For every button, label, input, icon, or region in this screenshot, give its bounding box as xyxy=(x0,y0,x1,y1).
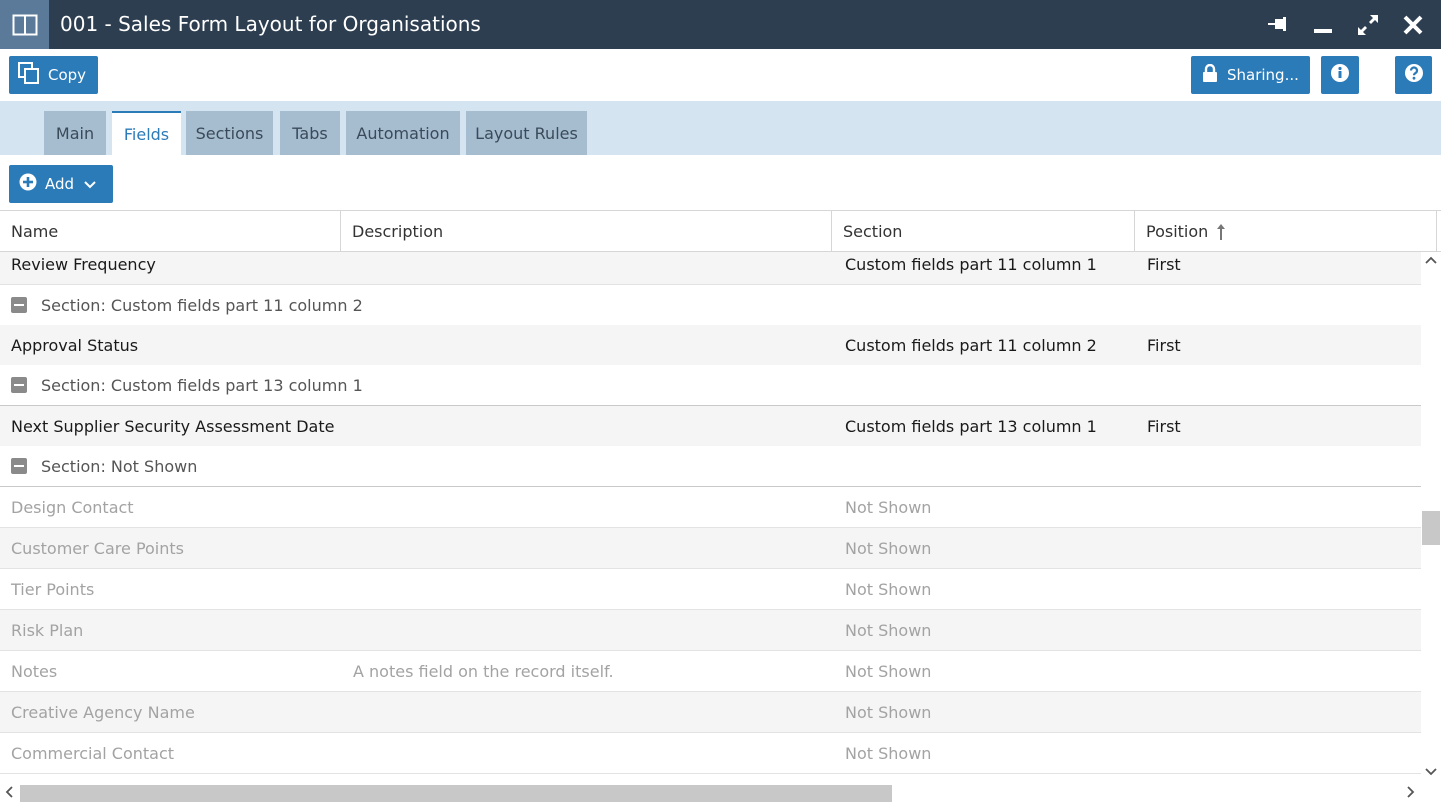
copy-button[interactable]: Copy xyxy=(9,56,98,94)
plus-circle-icon xyxy=(19,173,37,195)
horizontal-scrollbar[interactable] xyxy=(0,784,1441,803)
cell-name: Approval Status xyxy=(11,335,139,355)
table-row[interactable]: Customer Care Points Not Shown xyxy=(0,528,1421,569)
cell-section: Not Shown xyxy=(845,702,932,722)
toolbar: Copy Sharing... xyxy=(0,49,1441,101)
copy-icon xyxy=(18,62,40,88)
tab-fields[interactable]: Fields xyxy=(112,111,181,155)
minimize-icon[interactable] xyxy=(1310,12,1336,38)
cell-section: Custom fields part 13 column 1 xyxy=(845,416,1097,436)
lock-icon xyxy=(1203,63,1217,86)
table-row[interactable]: Approval Status Custom fields part 11 co… xyxy=(0,325,1421,366)
table-row[interactable]: Commercial Contact Not Shown xyxy=(0,733,1421,774)
copy-label: Copy xyxy=(48,66,87,84)
column-header-position[interactable]: Position xyxy=(1135,211,1437,252)
column-header-name[interactable]: Name xyxy=(0,211,341,252)
group-label: Section: Not Shown xyxy=(41,456,198,476)
panel-layout-icon[interactable] xyxy=(0,0,49,49)
cell-section: Custom fields part 11 column 2 xyxy=(845,335,1097,355)
tab-automation[interactable]: Automation xyxy=(346,111,460,155)
grid-body: Review Frequency Custom fields part 11 c… xyxy=(0,252,1421,777)
scroll-down-icon[interactable] xyxy=(1425,766,1437,780)
vertical-scrollbar[interactable] xyxy=(1421,252,1441,784)
add-bar: Add xyxy=(0,155,1441,210)
tab-tabs[interactable]: Tabs xyxy=(280,111,340,155)
cell-section: Not Shown xyxy=(845,579,932,599)
group-label: Section: Custom fields part 13 column 1 xyxy=(41,375,363,395)
horizontal-scroll-thumb[interactable] xyxy=(20,785,892,802)
cell-section: Custom fields part 11 column 1 xyxy=(845,254,1097,274)
info-icon xyxy=(1330,63,1350,87)
cell-description: A notes field on the record itself. xyxy=(353,661,614,681)
collapse-icon[interactable] xyxy=(11,377,27,393)
sharing-button[interactable]: Sharing... xyxy=(1191,56,1310,94)
cell-name: Commercial Contact xyxy=(11,743,175,763)
scroll-up-icon[interactable] xyxy=(1425,254,1437,268)
grid-header: Name Description Section Position xyxy=(0,210,1441,252)
collapse-icon[interactable] xyxy=(11,297,27,313)
help-icon xyxy=(1404,63,1424,87)
cell-name: Risk Plan xyxy=(11,620,84,640)
scroll-right-icon[interactable] xyxy=(1406,785,1416,803)
group-row[interactable]: Section: Not Shown xyxy=(0,446,1421,487)
cell-name: Review Frequency xyxy=(11,254,156,274)
pin-icon[interactable] xyxy=(1266,12,1292,38)
table-row[interactable]: Creative Agency Name Not Shown xyxy=(0,692,1421,733)
chevron-down-icon xyxy=(84,175,96,193)
cell-name: Notes xyxy=(11,661,58,681)
column-section-label: Section xyxy=(843,222,903,241)
cell-section: Not Shown xyxy=(845,743,932,763)
sort-ascending-icon[interactable] xyxy=(1216,223,1226,241)
cell-name: Creative Agency Name xyxy=(11,702,195,722)
group-row[interactable]: Section: Custom fields part 13 column 1 xyxy=(0,365,1421,406)
cell-name: Customer Care Points xyxy=(11,538,184,558)
table-row[interactable]: Tier Points Not Shown xyxy=(0,569,1421,610)
column-header-section[interactable]: Section xyxy=(832,211,1135,252)
close-icon[interactable] xyxy=(1400,12,1426,38)
cell-position: First xyxy=(1147,335,1181,355)
tab-sections[interactable]: Sections xyxy=(186,111,273,155)
table-row[interactable]: Notes A notes field on the record itself… xyxy=(0,651,1421,692)
vertical-scroll-thumb[interactable] xyxy=(1422,511,1440,545)
collapse-icon[interactable] xyxy=(11,458,27,474)
column-name-label: Name xyxy=(11,222,59,241)
cell-name: Tier Points xyxy=(11,579,95,599)
add-button[interactable]: Add xyxy=(9,165,113,203)
title-bar: 001 - Sales Form Layout for Organisation… xyxy=(0,0,1441,49)
cell-section: Not Shown xyxy=(845,620,932,640)
help-button[interactable] xyxy=(1395,56,1432,94)
add-label: Add xyxy=(45,175,75,193)
cell-name: Next Supplier Security Assessment Date xyxy=(11,416,335,436)
window-title: 001 - Sales Form Layout for Organisation… xyxy=(60,12,481,36)
cell-position: First xyxy=(1147,416,1181,436)
cell-section: Not Shown xyxy=(845,497,932,517)
cell-name: Design Contact xyxy=(11,497,134,517)
maximize-icon[interactable] xyxy=(1355,12,1381,38)
column-description-label: Description xyxy=(352,222,444,241)
column-header-description[interactable]: Description xyxy=(341,211,832,252)
tab-main[interactable]: Main xyxy=(44,111,106,155)
tab-bar: Main Fields Sections Tabs Automation Lay… xyxy=(0,101,1441,155)
group-label: Section: Custom fields part 11 column 2 xyxy=(41,295,363,315)
table-row[interactable]: Design Contact Not Shown xyxy=(0,487,1421,528)
table-row[interactable]: Review Frequency Custom fields part 11 c… xyxy=(0,252,1421,285)
tab-layout-rules[interactable]: Layout Rules xyxy=(466,111,587,155)
cell-section: Not Shown xyxy=(845,538,932,558)
column-position-label: Position xyxy=(1146,222,1209,241)
info-button[interactable] xyxy=(1321,56,1359,94)
table-row[interactable]: Next Supplier Security Assessment Date C… xyxy=(0,406,1421,447)
scroll-left-icon[interactable] xyxy=(4,785,14,803)
cell-section: Not Shown xyxy=(845,661,932,681)
group-row[interactable]: Section: Custom fields part 11 column 2 xyxy=(0,285,1421,326)
sharing-label: Sharing... xyxy=(1227,66,1299,84)
cell-position: First xyxy=(1147,254,1181,274)
table-row[interactable]: Risk Plan Not Shown xyxy=(0,610,1421,651)
